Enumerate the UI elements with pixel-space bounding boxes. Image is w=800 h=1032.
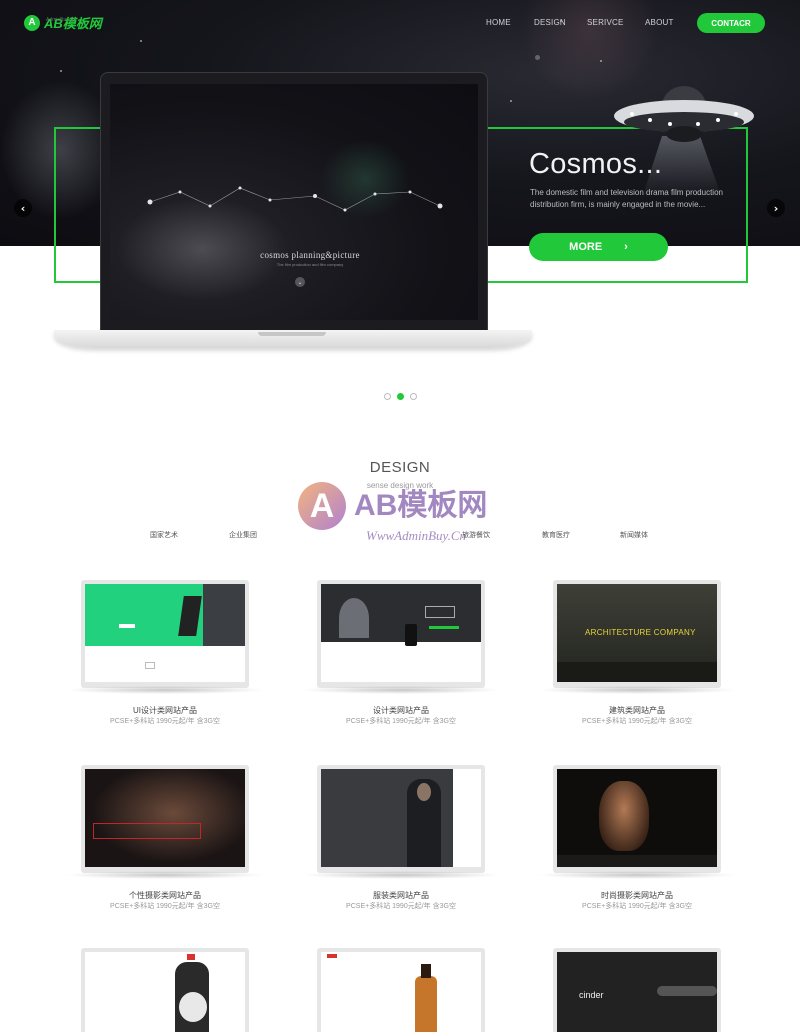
star (140, 40, 142, 42)
hero-title: Cosmos... (529, 148, 663, 180)
chevron-right-icon: › (773, 201, 779, 215)
card-shadow (65, 686, 265, 694)
product-screenshot (321, 769, 481, 867)
product-screenshot: ARCHITECTURE COMPANY (557, 584, 717, 682)
hero-description: The domestic film and television drama f… (530, 188, 723, 209)
more-button[interactable]: MORE › (529, 233, 668, 261)
product-screenshot (321, 952, 481, 1032)
category-tab[interactable]: 国家艺术 (150, 530, 178, 540)
slider-prev-button[interactable]: ‹ (14, 199, 32, 217)
contact-button[interactable]: CONTACR (697, 13, 765, 33)
product-screenshot: cinder (557, 952, 717, 1032)
device-frame (553, 765, 721, 873)
category-tab[interactable]: 企业集团 (229, 530, 257, 540)
product-title: 设计类网站产品 (373, 706, 429, 715)
category-tab[interactable]: 新闻媒体 (620, 530, 648, 540)
product-title: 时尚摄影类网站产品 (601, 891, 673, 900)
chevron-right-icon: › (624, 241, 628, 253)
product-meta: PCSE+多科站 1990元起/年 含3G空 (346, 903, 456, 910)
star (510, 100, 512, 102)
card-shadow (301, 686, 501, 694)
watermark-text: AB模板网 (354, 489, 488, 522)
device-frame (81, 948, 249, 1032)
logo-subtext: AdminBuy.Cn (46, 17, 77, 23)
nav-home[interactable]: HOME (486, 18, 511, 27)
product-screenshot (85, 952, 245, 1032)
product-meta: PCSE+多科站 1990元起/年 含3G空 (110, 903, 220, 910)
product-screenshot (557, 769, 717, 867)
nav-design[interactable]: DESIGN (534, 18, 566, 27)
laptop-screen: cosmos planning&picture The film product… (110, 84, 478, 320)
star (60, 70, 62, 72)
ufo-icon (612, 78, 757, 203)
star (600, 60, 602, 62)
product-screenshot (85, 584, 245, 682)
card-shadow (537, 871, 737, 879)
slider-pagination (384, 393, 417, 400)
slider-next-button[interactable]: › (767, 199, 785, 217)
product-meta: PCSE+多科站 1990元起/年 含3G空 (582, 903, 692, 910)
device-frame (81, 580, 249, 688)
screen-text: ARCHITECTURE COMPANY (585, 628, 696, 637)
card-shadow (537, 686, 737, 694)
slide-dot-active[interactable] (397, 393, 404, 400)
device-frame (81, 765, 249, 873)
card-shadow (301, 871, 501, 879)
product-title: 建筑类网站产品 (609, 706, 665, 715)
watermark-url: WwwAdminBuy.Cn (366, 528, 467, 543)
nav-about[interactable]: ABOUT (645, 18, 674, 27)
chevron-left-icon: ‹ (20, 201, 26, 215)
device-frame (317, 765, 485, 873)
product-meta: PCSE+多科站 1990元起/年 含3G空 (110, 718, 220, 725)
screen-subtitle: The film production and film company (276, 262, 344, 267)
slide-dot[interactable] (410, 393, 417, 400)
category-tab[interactable]: 旅游餐饮 (462, 530, 490, 540)
slide-dot[interactable] (384, 393, 391, 400)
product-screenshot (85, 769, 245, 867)
laptop-notch (258, 332, 326, 336)
device-frame: ARCHITECTURE COMPANY (553, 580, 721, 688)
screen-text: cinder (579, 990, 604, 1000)
card-shadow (65, 871, 265, 879)
screen-title: cosmos planning&picture (260, 250, 360, 260)
device-frame (317, 948, 485, 1032)
chevron-down-icon: ⌄ (295, 277, 305, 287)
category-tab[interactable]: 教育医疗 (542, 530, 570, 540)
section-title: DESIGN (369, 459, 431, 476)
product-title: 个性摄影类网站产品 (129, 891, 201, 900)
laptop-mockup: cosmos planning&picture The film product… (100, 72, 488, 334)
device-frame (317, 580, 485, 688)
product-title: 服装类网站产品 (373, 891, 429, 900)
star (535, 55, 540, 60)
product-title: UI设计类网站产品 (133, 706, 197, 715)
product-meta: PCSE+多科站 1990元起/年 含3G空 (346, 718, 456, 725)
nav-service[interactable]: SERIVCE (587, 18, 624, 27)
device-frame: cinder (553, 948, 721, 1032)
more-label: MORE (569, 241, 603, 253)
watermark-logo: A AB模板网 (298, 482, 487, 530)
product-screenshot (321, 584, 481, 682)
logo-icon: A (24, 14, 40, 31)
watermark-mark: A (298, 482, 346, 530)
product-meta: PCSE+多科站 1990元起/年 含3G空 (582, 718, 692, 725)
